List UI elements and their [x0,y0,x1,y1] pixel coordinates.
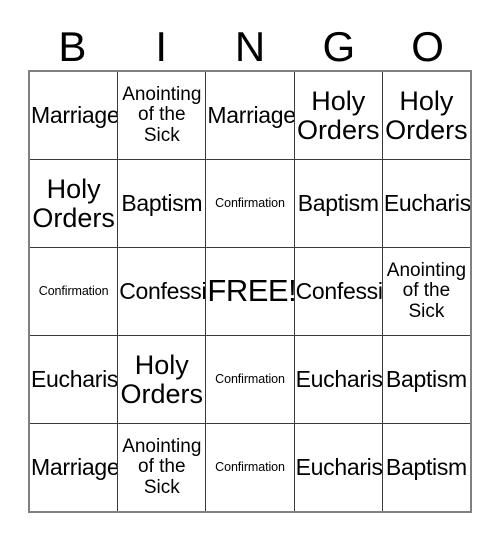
bingo-cell-label: Holy Orders [296,85,380,145]
bingo-header-letter-o: O [411,23,444,70]
bingo-cell[interactable]: Baptism [381,336,471,423]
bingo-cell-label: Confession [119,278,205,305]
bingo-cell[interactable]: Anointing of the Sick [117,72,206,159]
bingo-row: Marriage Anointing of the Sick Confirmat… [30,423,471,511]
bingo-cell[interactable]: Eucharist [30,336,118,423]
bingo-cell[interactable]: Marriage [30,72,118,159]
bingo-cell-label: Holy Orders [385,85,468,145]
bingo-card: B I N G O Marriage Anointing of the Sick… [0,0,500,544]
bingo-cell-label: Confirmation [215,459,285,474]
bingo-cell-label: Confession [295,278,382,305]
bingo-cell-label: Baptism [385,454,467,481]
bingo-cell[interactable]: Eucharist [293,336,382,423]
bingo-cell[interactable]: Marriage [30,424,118,511]
bingo-free-label: FREE! [207,273,294,309]
bingo-cell-label: Holy Orders [32,173,115,233]
bingo-cell-label: Baptism [121,190,203,217]
bingo-cell-label: Marriage [207,102,294,129]
bingo-grid: Marriage Anointing of the Sick Marriage … [28,70,472,513]
bingo-cell-label: Holy Orders [120,349,204,409]
bingo-cell-label: Anointing of the Sick [122,84,202,146]
bingo-cell-label: Anointing of the Sick [386,260,467,322]
bingo-row: Eucharist Holy Orders Confirmation Eucha… [30,335,471,423]
bingo-cell[interactable]: Anointing of the Sick [381,248,471,335]
bingo-cell-label: Confirmation [38,283,109,298]
bingo-row: Holy Orders Baptism Confirmation Baptism… [30,159,471,247]
bingo-cell-label: Eucharist [295,366,382,393]
bingo-cell[interactable]: Holy Orders [30,160,118,247]
bingo-cell-label: Baptism [385,366,467,393]
bingo-cell-label: Eucharist [383,190,471,217]
bingo-cell[interactable]: Marriage [205,72,294,159]
bingo-header-letter-n: N [234,23,266,70]
bingo-cell[interactable]: Eucharist [293,424,382,511]
bingo-cell[interactable]: Baptism [117,160,206,247]
bingo-cell[interactable]: Confession [293,248,382,335]
bingo-cell-label: Marriage [31,102,118,129]
bingo-cell[interactable]: Confirmation [205,160,294,247]
bingo-row: Confirmation Confession FREE! Confession… [30,247,471,335]
bingo-header-letter-b: B [58,23,87,70]
bingo-cell-label: Marriage [31,454,118,481]
bingo-cell-label: Eucharist [295,454,382,481]
bingo-cell-label: Eucharist [31,366,118,393]
bingo-cell[interactable]: Holy Orders [381,72,471,159]
bingo-row: Marriage Anointing of the Sick Marriage … [30,72,471,159]
bingo-cell[interactable]: Confirmation [30,248,118,335]
bingo-header-letter-g: G [322,23,356,70]
bingo-cell[interactable]: Confirmation [205,424,294,511]
bingo-header: B I N G O [28,14,472,70]
bingo-cell[interactable]: Confirmation [205,336,294,423]
bingo-cell[interactable]: Holy Orders [293,72,382,159]
bingo-cell[interactable]: Baptism [381,424,471,511]
bingo-cell-label: Confirmation [215,195,285,210]
bingo-cell[interactable]: Baptism [293,160,382,247]
bingo-free-cell[interactable]: FREE! [205,248,294,335]
bingo-cell-label: Baptism [297,190,379,217]
bingo-cell[interactable]: Anointing of the Sick [117,424,206,511]
bingo-cell-label: Confirmation [215,371,285,386]
bingo-cell[interactable]: Confession [117,248,206,335]
bingo-cell-label: Anointing of the Sick [122,436,202,498]
bingo-cell[interactable]: Eucharist [381,160,471,247]
bingo-cell[interactable]: Holy Orders [117,336,206,423]
bingo-header-letter-i: I [155,23,168,70]
